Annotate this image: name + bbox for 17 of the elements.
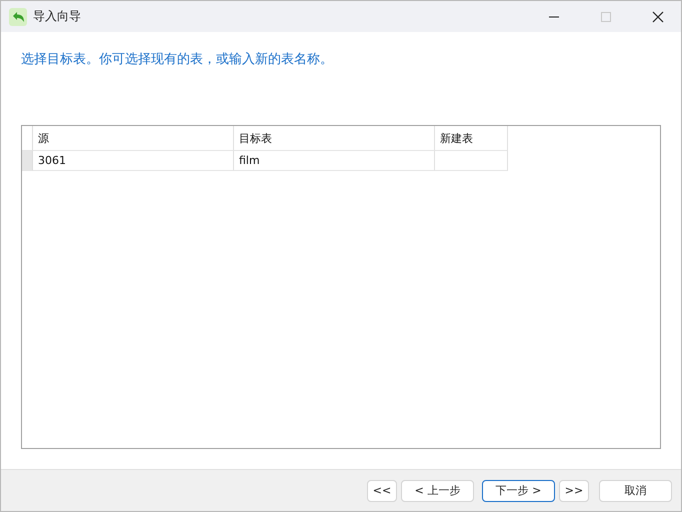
table-cell[interactable]: film bbox=[234, 151, 435, 171]
wizard-button[interactable]: < 上一步 bbox=[401, 480, 474, 502]
wizard-button[interactable]: 取消 bbox=[599, 480, 672, 502]
column-header[interactable]: 目标表 bbox=[234, 126, 435, 151]
corner-header[interactable] bbox=[22, 126, 33, 151]
window-title: 导入向导 bbox=[33, 8, 82, 25]
wizard-button[interactable]: 下一步 > bbox=[482, 480, 555, 502]
column-header[interactable]: 源 bbox=[33, 126, 234, 151]
table-cell[interactable]: 3061 bbox=[33, 151, 234, 171]
close-icon bbox=[652, 10, 664, 22]
wizard-button[interactable]: << bbox=[367, 480, 397, 502]
maximize-icon bbox=[600, 10, 612, 22]
row-header[interactable] bbox=[22, 151, 33, 171]
instruction-text: 选择目标表。你可选择现有的表，或输入新的表名称。 bbox=[21, 51, 334, 68]
table-cell[interactable] bbox=[435, 151, 508, 171]
wizard-button[interactable]: >> bbox=[559, 480, 589, 502]
column-header[interactable]: 新建表 bbox=[435, 126, 508, 151]
